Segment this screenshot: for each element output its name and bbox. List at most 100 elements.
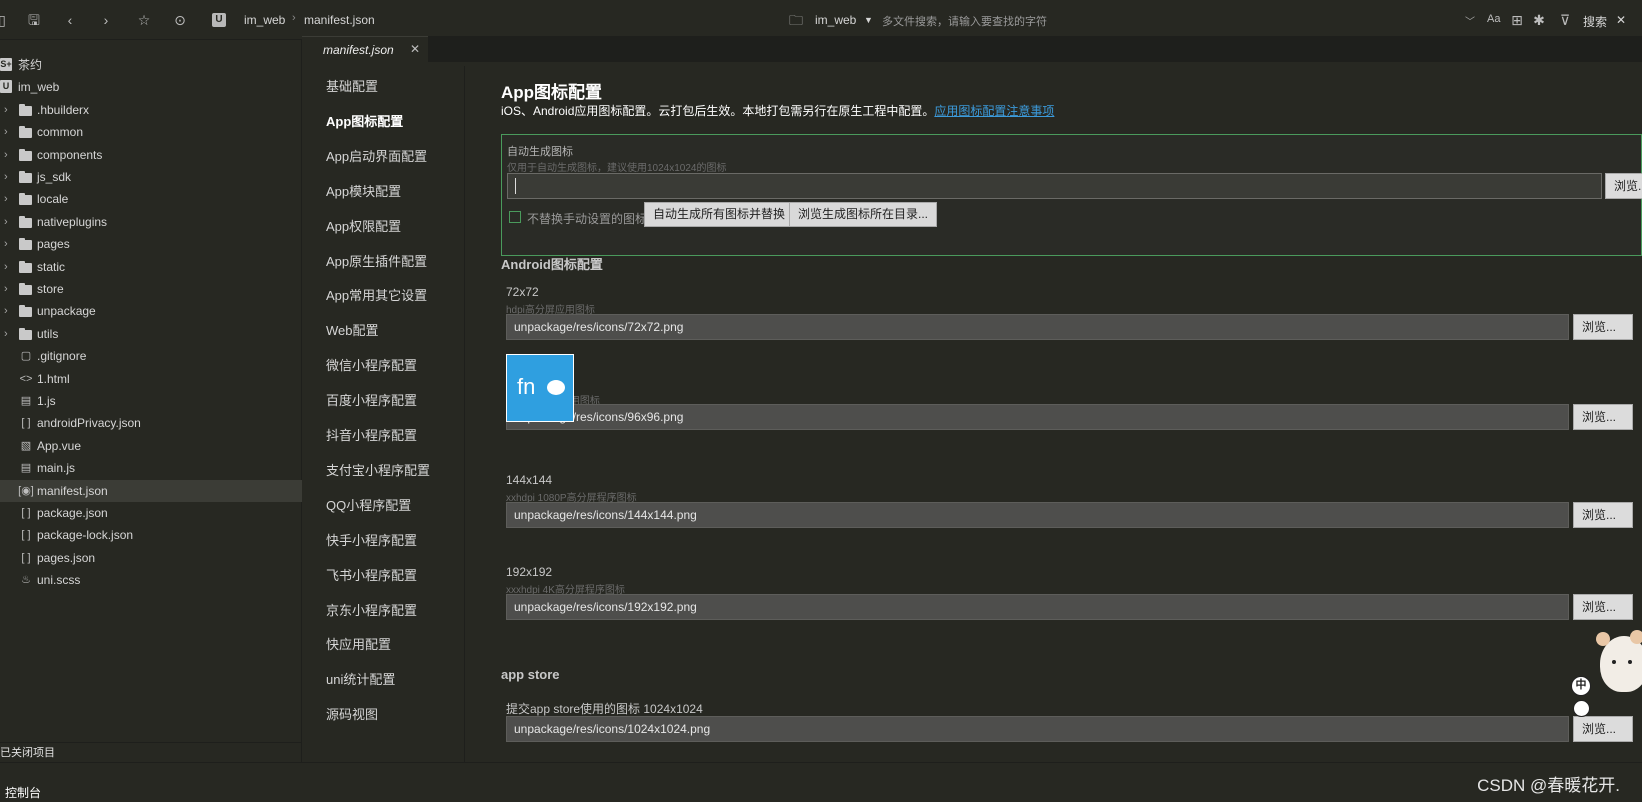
section-nav-item[interactable]: 支付宝小程序配置 [326,460,430,479]
icon-browse-button[interactable]: 浏览... [1573,314,1633,340]
auto-generate-input[interactable] [507,173,1602,199]
auto-browse-button[interactable]: 浏览... [1605,173,1642,199]
section-nav-item[interactable]: Web配置 [326,320,379,339]
text-cursor [515,178,516,194]
search-button[interactable]: 搜索 [1583,13,1607,30]
filter-icon[interactable]: ⊽ [1557,12,1573,28]
browse-generated-dir-button[interactable]: 浏览生成图标所在目录... [789,202,938,227]
icon-path-input[interactable]: unpackage/res/icons/144x144.png [506,502,1569,528]
section-nav-item[interactable]: App模块配置 [326,181,401,200]
section-nav-item[interactable]: 微信小程序配置 [326,355,417,374]
breadcrumb-file[interactable]: manifest.json [304,13,375,27]
notes-link[interactable]: 应用图标配置注意事项 [934,104,1054,118]
chevron-right-icon[interactable]: › [4,233,8,255]
auto-generate-label: 自动生成图标 [507,146,573,158]
whole-word-icon[interactable]: ⊞ [1509,12,1525,28]
tree-folder-item[interactable]: › store [0,278,302,300]
tab-manifest[interactable]: manifest.json ✕ [302,36,428,62]
tree-folder-item[interactable]: › nativeplugins [0,211,302,233]
tree-folder-item[interactable]: › components [0,144,302,166]
chevron-right-icon[interactable]: › [4,256,8,278]
tree-file-item[interactable]: ♨ uni.scss [0,569,302,591]
icon-path-input[interactable]: unpackage/res/icons/192x192.png [506,594,1569,620]
section-nav-item[interactable]: 京东小程序配置 [326,600,417,619]
section-nav-item[interactable]: 快应用配置 [326,634,391,653]
search-input[interactable]: 多文件搜索，请输入要查找的字符 [882,13,1047,29]
tree-file-item[interactable]: [ ] package-lock.json [0,524,302,546]
close-icon[interactable]: ✕ [1616,13,1626,27]
chevron-right-icon[interactable]: › [4,99,8,121]
match-case-icon[interactable]: Aa [1487,13,1500,25]
section-nav-item[interactable]: 百度小程序配置 [326,390,417,409]
tree-file-item[interactable]: ▢ .gitignore [0,345,302,367]
tree-file-item[interactable]: <> 1.html [0,368,302,390]
tree-file-item[interactable]: ▤ main.js [0,457,302,479]
tree-folder-item[interactable]: › js_sdk [0,166,302,188]
appstore-path-input[interactable]: unpackage/res/icons/1024x1024.png [506,716,1569,742]
save-icon[interactable]: 🖫 [26,12,42,28]
tree-folder-item[interactable]: › utils [0,323,302,345]
run-icon[interactable]: ⊙ [172,12,188,28]
folder-icon [19,148,32,161]
breadcrumb-project[interactable]: im_web [244,13,285,27]
section-nav-item[interactable]: App常用其它设置 [326,285,427,304]
sidebar-toggle-icon[interactable]: ▯ [0,12,10,28]
search-scope[interactable]: im_web [815,13,856,27]
caret-down-icon[interactable]: ▼ [864,15,873,25]
folder-icon [19,283,32,295]
chevron-down-icon[interactable]: ﹀ [1465,13,1475,28]
console-tab[interactable]: 控制台 [5,784,41,801]
section-nav-item[interactable]: App原生插件配置 [326,251,427,270]
icon-path-input[interactable]: unpackage/res/icons/72x72.png [506,314,1569,340]
close-tab-icon[interactable]: ✕ [410,42,420,56]
icon-path-input[interactable]: unpackage/res/icons/96x96.png [506,404,1569,430]
tree-file-item[interactable]: ▧ App.vue [0,435,302,457]
tree-file-item[interactable]: ▤ 1.js [0,390,302,412]
tree-file-item[interactable]: [ ] package.json [0,502,302,524]
tree-file-item[interactable]: [◉] manifest.json [0,479,302,502]
section-nav-item[interactable]: 抖音小程序配置 [326,425,417,444]
closed-projects[interactable]: 已关闭项目 [0,742,302,762]
regex-icon[interactable]: ✱ [1531,12,1547,28]
back-icon[interactable]: ‹ [62,12,78,28]
chevron-right-icon[interactable]: › [4,188,8,210]
tree-folder-item[interactable]: › pages [0,233,302,255]
section-nav-item[interactable]: uni统计配置 [326,669,395,688]
generate-all-button[interactable]: 自动生成所有图标并替换 [644,202,795,227]
chevron-right-icon[interactable]: › [4,323,8,345]
section-nav-item[interactable]: 快手小程序配置 [326,530,417,549]
section-nav-item[interactable]: 飞书小程序配置 [326,565,417,584]
tab-label: manifest.json [323,43,394,57]
tree-folder-item[interactable]: › common [0,121,302,143]
chevron-right-icon[interactable]: › [4,121,8,143]
chevron-right-icon[interactable]: › [4,211,8,233]
tree-file-item[interactable]: [ ] androidPrivacy.json [0,412,302,434]
tree-folder-item[interactable]: › locale [0,188,302,210]
chevron-right-icon[interactable]: › [4,278,8,300]
star-icon[interactable]: ☆ [136,12,152,28]
tree-folder-item[interactable]: › .hbuilderx [0,99,302,121]
no-replace-checkbox[interactable] [509,211,521,223]
mascot-ear [1596,632,1610,646]
tree-file-item[interactable]: [ ] pages.json [0,547,302,569]
tree-label: unpackage [37,304,96,319]
forward-icon[interactable]: › [98,12,114,28]
section-nav-item[interactable]: App启动界面配置 [326,146,427,165]
section-nav-item[interactable]: App权限配置 [326,216,401,235]
icon-browse-button[interactable]: 浏览... [1573,404,1633,430]
tree-folder-item[interactable]: › unpackage [0,300,302,322]
chevron-right-icon[interactable]: › [4,144,8,166]
tree-label: utils [37,326,59,341]
section-nav-item[interactable]: App图标配置 [326,111,403,130]
section-nav-item[interactable]: QQ小程序配置 [326,495,411,514]
icon-browse-button[interactable]: 浏览... [1573,502,1633,528]
chevron-right-icon[interactable]: › [4,166,8,188]
section-nav-item[interactable]: 基础配置 [326,76,378,95]
chevron-right-icon[interactable]: › [4,300,8,322]
tree-label: App.vue [37,438,82,453]
icon-browse-button[interactable]: 浏览... [1573,594,1633,620]
tree-folder-item[interactable]: › static [0,256,302,278]
tree-project-item[interactable]: Uim_web [0,76,302,98]
tree-project-item[interactable]: S+ 茶约 [0,54,302,76]
section-nav-item[interactable]: 源码视图 [326,704,378,723]
